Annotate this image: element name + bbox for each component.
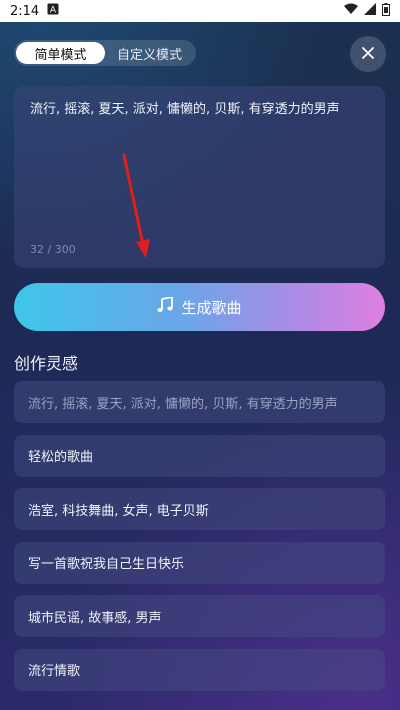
tab-simple-mode[interactable]: 简单模式 <box>16 42 105 64</box>
status-bar: 2:14 A <box>0 0 400 22</box>
red-arrow-icon <box>122 153 150 258</box>
inspiration-item[interactable]: 流行, 摇滚, 夏天, 派对, 慵懒的, 贝斯, 有穿透力的男声 <box>14 381 385 423</box>
music-note-icon <box>157 295 174 317</box>
a-letter-icon: A <box>47 3 59 19</box>
generate-song-label: 生成歌曲 <box>181 298 242 317</box>
inspiration-item[interactable]: 流行情歌 <box>14 648 385 691</box>
tab-custom-mode[interactable]: 自定义模式 <box>105 42 194 64</box>
inspiration-title: 创作灵感 <box>14 354 79 373</box>
inspiration-item[interactable]: 写一首歌祝我自己生日快乐 <box>14 541 385 584</box>
close-icon <box>361 45 375 64</box>
char-count: 32 / 300 <box>30 243 76 256</box>
inspiration-item[interactable]: 浩室, 科技舞曲, 女声, 电子贝斯 <box>14 488 385 530</box>
close-button[interactable] <box>350 36 386 72</box>
mode-switch: 简单模式 自定义模式 <box>14 40 196 66</box>
inspiration-list: 流行, 摇滚, 夏天, 派对, 慵懒的, 贝斯, 有穿透力的男声 轻松的歌曲 浩… <box>14 381 385 702</box>
generate-song-button[interactable]: 生成歌曲 <box>14 283 385 331</box>
wifi-icon <box>344 3 358 19</box>
inspiration-item[interactable]: 城市民谣, 故事感, 男声 <box>14 595 385 637</box>
status-time: 2:14 <box>10 3 40 19</box>
signal-icon <box>364 3 376 19</box>
inspiration-item[interactable]: 轻松的歌曲 <box>14 434 385 477</box>
battery-icon <box>382 2 390 20</box>
svg-text:A: A <box>50 6 57 16</box>
prompt-textarea[interactable]: 流行, 摇滚, 夏天, 派对, 慵懒的, 贝斯, 有穿透力的男声 32 / 30… <box>14 86 385 268</box>
prompt-text: 流行, 摇滚, 夏天, 派对, 慵懒的, 贝斯, 有穿透力的男声 <box>30 102 340 117</box>
